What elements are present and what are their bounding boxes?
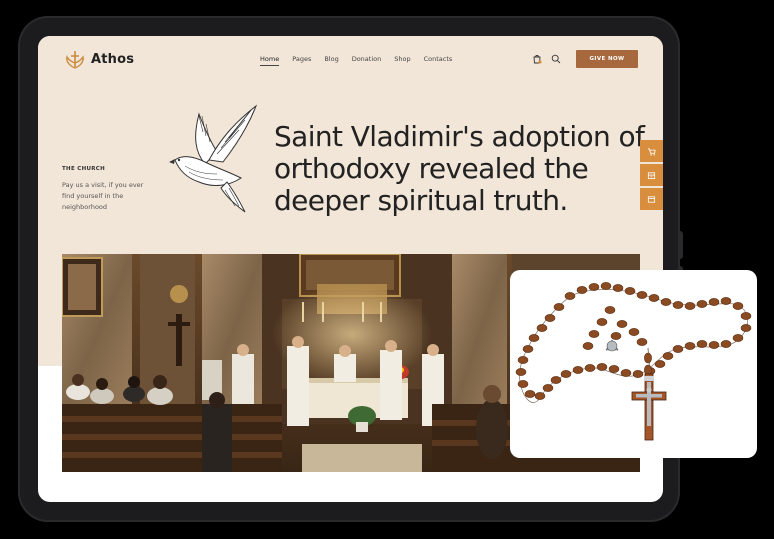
search-icon[interactable] [551, 54, 561, 64]
side-tab-window[interactable] [640, 188, 663, 210]
logo-icon [66, 51, 84, 69]
cart-icon[interactable] [532, 54, 542, 64]
brand-logo[interactable]: Athos [64, 48, 134, 70]
rosary-beads [515, 282, 752, 400]
side-tab-box[interactable] [640, 164, 663, 186]
side-toolbar [640, 140, 663, 212]
side-cart-icon [647, 147, 656, 156]
nav-pages[interactable]: Pages [292, 55, 311, 66]
tablet-side-button [679, 231, 683, 259]
rosary-product-card[interactable] [510, 270, 757, 458]
section-description: Pay us a visit, if you ever find yoursel… [62, 181, 144, 211]
brand-name: Athos [91, 51, 135, 67]
top-navigation: Athos Home Pages Blog Donation Shop Cont… [38, 36, 663, 82]
main-menu: Home Pages Blog Donation Shop Contacts [260, 55, 452, 66]
nav-contacts[interactable]: Contacts [424, 55, 453, 66]
nav-icons [532, 54, 561, 64]
rosary-image [515, 282, 752, 441]
rosary-beads [644, 352, 652, 376]
hero-headline: Saint Vladimir's adoption of orthodoxy r… [274, 120, 645, 217]
side-tab-cart[interactable] [640, 140, 663, 162]
nav-shop[interactable]: Shop [394, 55, 410, 66]
nav-blog[interactable]: Blog [324, 55, 338, 66]
give-now-button[interactable]: GIVE NOW [576, 50, 638, 68]
side-box-icon [647, 171, 656, 179]
dove-illustration [169, 104, 258, 213]
crucifix-icon [631, 373, 667, 441]
side-window-icon [647, 195, 656, 203]
nav-donation[interactable]: Donation [352, 55, 382, 66]
section-label: THE CHURCH [62, 166, 106, 172]
nav-home[interactable]: Home [260, 55, 280, 66]
